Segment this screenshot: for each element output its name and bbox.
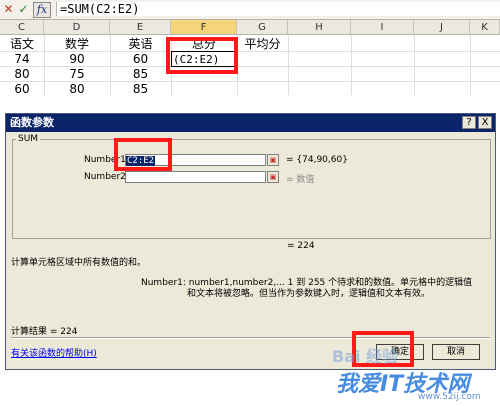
number2-label: Number2 bbox=[84, 172, 126, 182]
grid-line bbox=[351, 35, 352, 95]
column-header-k[interactable]: K bbox=[470, 20, 500, 35]
function-help-link[interactable]: 有关该函数的帮助(H) bbox=[11, 346, 97, 359]
watermark-baidu: Bai 经验 bbox=[332, 347, 399, 366]
column-header-g[interactable]: G bbox=[237, 20, 288, 35]
function-name-label: SUM bbox=[16, 134, 41, 144]
cell-header-average[interactable]: 平均分 bbox=[237, 36, 288, 52]
number2-result: = 数值 bbox=[286, 175, 315, 185]
formula-bar: ✕ ✓ fx =SUM(C2:E2) bbox=[0, 0, 500, 20]
column-header-j[interactable]: J bbox=[414, 20, 470, 35]
cancel-icon[interactable]: ✕ bbox=[2, 2, 15, 16]
calculation-result: 计算结果 = 224 bbox=[11, 327, 78, 337]
table-cell[interactable]: 80 bbox=[44, 81, 110, 97]
cell-header-chinese[interactable]: 语文 bbox=[0, 36, 44, 52]
number2-input[interactable] bbox=[125, 171, 266, 183]
watermark-url: www.52ij.com bbox=[418, 392, 481, 402]
grid-line bbox=[414, 35, 415, 95]
column-header-f[interactable]: F bbox=[171, 20, 237, 35]
dialog-title: 函数参数 bbox=[6, 114, 495, 132]
cancel-button[interactable]: 取消 bbox=[432, 344, 480, 360]
formula-input[interactable]: =SUM(C2:E2) bbox=[56, 2, 500, 16]
parameter-help-line: Number1: number1,number2,... 1 到 255 个待求… bbox=[141, 278, 473, 288]
help-icon[interactable]: ? bbox=[462, 116, 476, 129]
table-cell[interactable]: 75 bbox=[44, 66, 110, 82]
table-cell[interactable]: 74 bbox=[0, 51, 44, 67]
divider bbox=[11, 337, 490, 339]
table-cell[interactable]: 80 bbox=[0, 66, 44, 82]
table-cell[interactable]: 85 bbox=[110, 66, 171, 82]
close-icon[interactable]: X bbox=[478, 116, 492, 129]
column-header-i[interactable]: I bbox=[351, 20, 414, 35]
grid-line bbox=[288, 35, 289, 95]
table-cell[interactable]: 90 bbox=[44, 51, 110, 67]
formula-result: = 224 bbox=[287, 241, 315, 251]
column-header-d[interactable]: D bbox=[44, 20, 110, 35]
highlight-box bbox=[114, 138, 172, 171]
column-header-c[interactable]: C bbox=[0, 20, 44, 35]
column-header-e[interactable]: E bbox=[110, 20, 171, 35]
function-arguments-dialog: 函数参数 ? X SUM Number1 C2:E2 ▣ = {74,90,60… bbox=[5, 113, 496, 370]
parameter-help-line: 和文本将被忽略。但当作为参数键入时，逻辑值和文本有效。 bbox=[187, 289, 431, 299]
collapse-dialog-icon[interactable]: ▣ bbox=[267, 171, 279, 183]
cell-header-math[interactable]: 数学 bbox=[44, 36, 110, 52]
parameter-help: Number1: number1,number2,... 1 到 255 个待求… bbox=[141, 278, 491, 300]
enter-icon[interactable]: ✓ bbox=[17, 2, 30, 16]
collapse-dialog-icon[interactable]: ▣ bbox=[267, 154, 279, 166]
grid-line bbox=[470, 35, 471, 95]
insert-function-icon[interactable]: fx bbox=[33, 2, 51, 18]
function-description: 计算单元格区域中所有数值的和。 bbox=[11, 258, 147, 268]
cell-header-english[interactable]: 英语 bbox=[110, 36, 171, 52]
table-cell[interactable]: 85 bbox=[110, 81, 171, 97]
table-cell[interactable]: 60 bbox=[0, 81, 44, 97]
number1-result: = {74,90,60} bbox=[286, 155, 348, 165]
table-cell[interactable]: 60 bbox=[110, 51, 171, 67]
highlight-box bbox=[166, 37, 238, 74]
column-header-h[interactable]: H bbox=[288, 20, 351, 35]
